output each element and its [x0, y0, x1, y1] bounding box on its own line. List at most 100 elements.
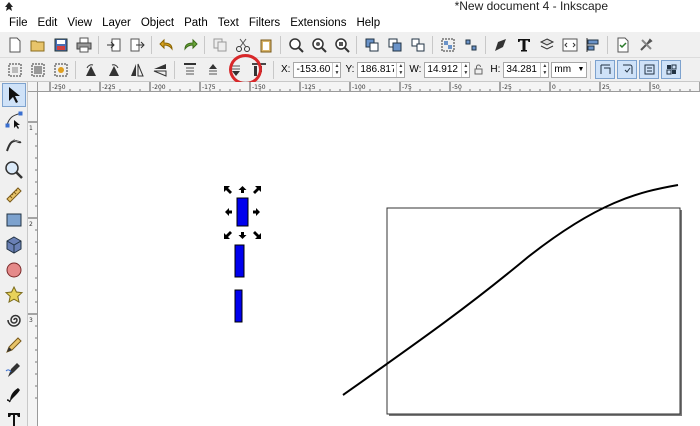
zoom-page-icon[interactable] — [332, 35, 351, 54]
star-tool-icon[interactable] — [2, 283, 26, 307]
x-spinner[interactable]: ▲ ▼ — [332, 62, 340, 77]
node-tool-icon[interactable] — [2, 108, 26, 132]
title-bar: *New document 4 - Inkscape — [0, 0, 700, 14]
menu-help[interactable]: Help — [351, 14, 385, 32]
menu-extensions[interactable]: Extensions — [285, 14, 351, 32]
menu-object[interactable]: Object — [136, 14, 179, 32]
resize-handle-e[interactable] — [253, 208, 260, 216]
resize-handle-ne[interactable] — [253, 186, 261, 194]
print-icon[interactable] — [74, 35, 93, 54]
clone-icon[interactable] — [385, 35, 404, 54]
menu-path[interactable]: Path — [179, 14, 213, 32]
calligraphy-tool-icon[interactable] — [2, 383, 26, 407]
spiral-tool-icon[interactable] — [2, 308, 26, 332]
flip-horizontal-icon[interactable] — [127, 60, 146, 79]
redo-icon[interactable] — [180, 35, 199, 54]
y-spinner[interactable]: ▲ ▼ — [396, 62, 404, 77]
align-distribute-icon[interactable] — [583, 35, 602, 54]
resize-handle-se[interactable] — [253, 231, 261, 239]
paste-icon[interactable] — [256, 35, 275, 54]
menu-filters[interactable]: Filters — [244, 14, 285, 32]
ungroup-icon[interactable] — [461, 35, 480, 54]
raise-icon[interactable] — [203, 60, 222, 79]
scale-stroke-toggle[interactable] — [595, 60, 616, 79]
width-input[interactable] — [425, 62, 462, 77]
export-icon[interactable] — [127, 35, 146, 54]
height-input[interactable] — [504, 62, 541, 77]
blue-bar[interactable] — [234, 244, 245, 278]
unit-select[interactable]: mm ▼ — [551, 61, 588, 78]
y-input[interactable] — [358, 62, 397, 77]
cut-icon[interactable] — [233, 35, 252, 54]
resize-handle-nw[interactable] — [224, 186, 232, 194]
drawing-canvas[interactable] — [38, 92, 700, 426]
layers-icon[interactable] — [537, 35, 556, 54]
tweak-tool-icon[interactable] — [2, 133, 26, 157]
height-spinner[interactable]: ▲ ▼ — [540, 62, 548, 77]
xml-editor-icon[interactable] — [560, 35, 579, 54]
height-field[interactable]: ▲▼ — [503, 61, 550, 78]
transform-patterns-toggle[interactable] — [661, 60, 682, 79]
x-field[interactable]: ▲▼ — [293, 61, 342, 78]
separator — [273, 60, 274, 79]
x-input[interactable] — [294, 62, 333, 77]
vertical-ruler[interactable]: 1 2 3 — [28, 92, 38, 426]
import-icon[interactable] — [104, 35, 123, 54]
width-spinner[interactable]: ▲ ▼ — [461, 62, 469, 77]
save-icon[interactable] — [51, 35, 70, 54]
menu-file[interactable]: File — [4, 14, 33, 32]
zoom-drawing-icon[interactable] — [309, 35, 328, 54]
deselect-icon[interactable] — [51, 60, 70, 79]
select-all-icon[interactable] — [5, 60, 24, 79]
text-font-icon[interactable] — [514, 35, 533, 54]
horizontal-ruler[interactable]: -250 -225 -200 -175 -150 -125 -100 -75 -50 -25 0 25… — [38, 82, 700, 92]
ruler-label: 3 — [29, 317, 33, 324]
separator — [174, 60, 175, 79]
menu-edit[interactable]: Edit — [33, 14, 63, 32]
pen-tool-icon[interactable] — [2, 358, 26, 382]
unit-value: mm — [554, 64, 572, 75]
width-field[interactable]: ▲▼ — [424, 61, 471, 78]
pencil-tool-icon[interactable] — [2, 333, 26, 357]
menu-view[interactable]: View — [62, 14, 97, 32]
select-all-layers-icon[interactable] — [28, 60, 47, 79]
document-properties-icon[interactable] — [613, 35, 632, 54]
resize-handle-s[interactable] — [238, 232, 247, 239]
selector-tool-icon[interactable] — [2, 83, 26, 107]
rotate-cw-icon[interactable] — [104, 60, 123, 79]
menu-layer[interactable]: Layer — [97, 14, 136, 32]
3d-box-tool-icon[interactable] — [2, 233, 26, 257]
selected-rectangle[interactable] — [236, 197, 249, 227]
group-icon[interactable] — [438, 35, 457, 54]
ellipse-tool-icon[interactable] — [2, 258, 26, 282]
zoom-tool-icon[interactable] — [2, 158, 26, 182]
flip-vertical-icon[interactable] — [150, 60, 169, 79]
ruler-label: 50 — [652, 84, 660, 91]
align-top-icon[interactable] — [249, 60, 268, 79]
undo-icon[interactable] — [157, 35, 176, 54]
new-document-icon[interactable] — [5, 35, 24, 54]
raise-to-top-icon[interactable] — [180, 60, 199, 79]
menu-text[interactable]: Text — [213, 14, 244, 32]
rotate-ccw-icon[interactable] — [81, 60, 100, 79]
preferences-icon[interactable] — [636, 35, 655, 54]
fill-stroke-icon[interactable] — [491, 35, 510, 54]
copy-icon[interactable] — [210, 35, 229, 54]
resize-handle-w[interactable] — [225, 208, 232, 216]
rectangle-tool-icon[interactable] — [2, 208, 26, 232]
duplicate-icon[interactable] — [362, 35, 381, 54]
transform-gradients-toggle[interactable] — [639, 60, 660, 79]
open-icon[interactable] — [28, 35, 47, 54]
measure-tool-icon[interactable] — [2, 183, 26, 207]
lower-icon[interactable] — [226, 60, 245, 79]
lock-icon[interactable] — [472, 63, 484, 77]
zoom-selection-icon[interactable] — [286, 35, 305, 54]
unlink-clone-icon[interactable] — [408, 35, 427, 54]
y-label: Y: — [345, 64, 355, 75]
blue-bar[interactable] — [234, 289, 243, 323]
y-field[interactable]: ▲▼ — [357, 61, 406, 78]
scale-corners-toggle[interactable] — [617, 60, 638, 79]
text-tool-icon[interactable] — [2, 408, 26, 426]
resize-handle-n[interactable] — [238, 186, 247, 193]
resize-handle-sw[interactable] — [224, 231, 232, 239]
